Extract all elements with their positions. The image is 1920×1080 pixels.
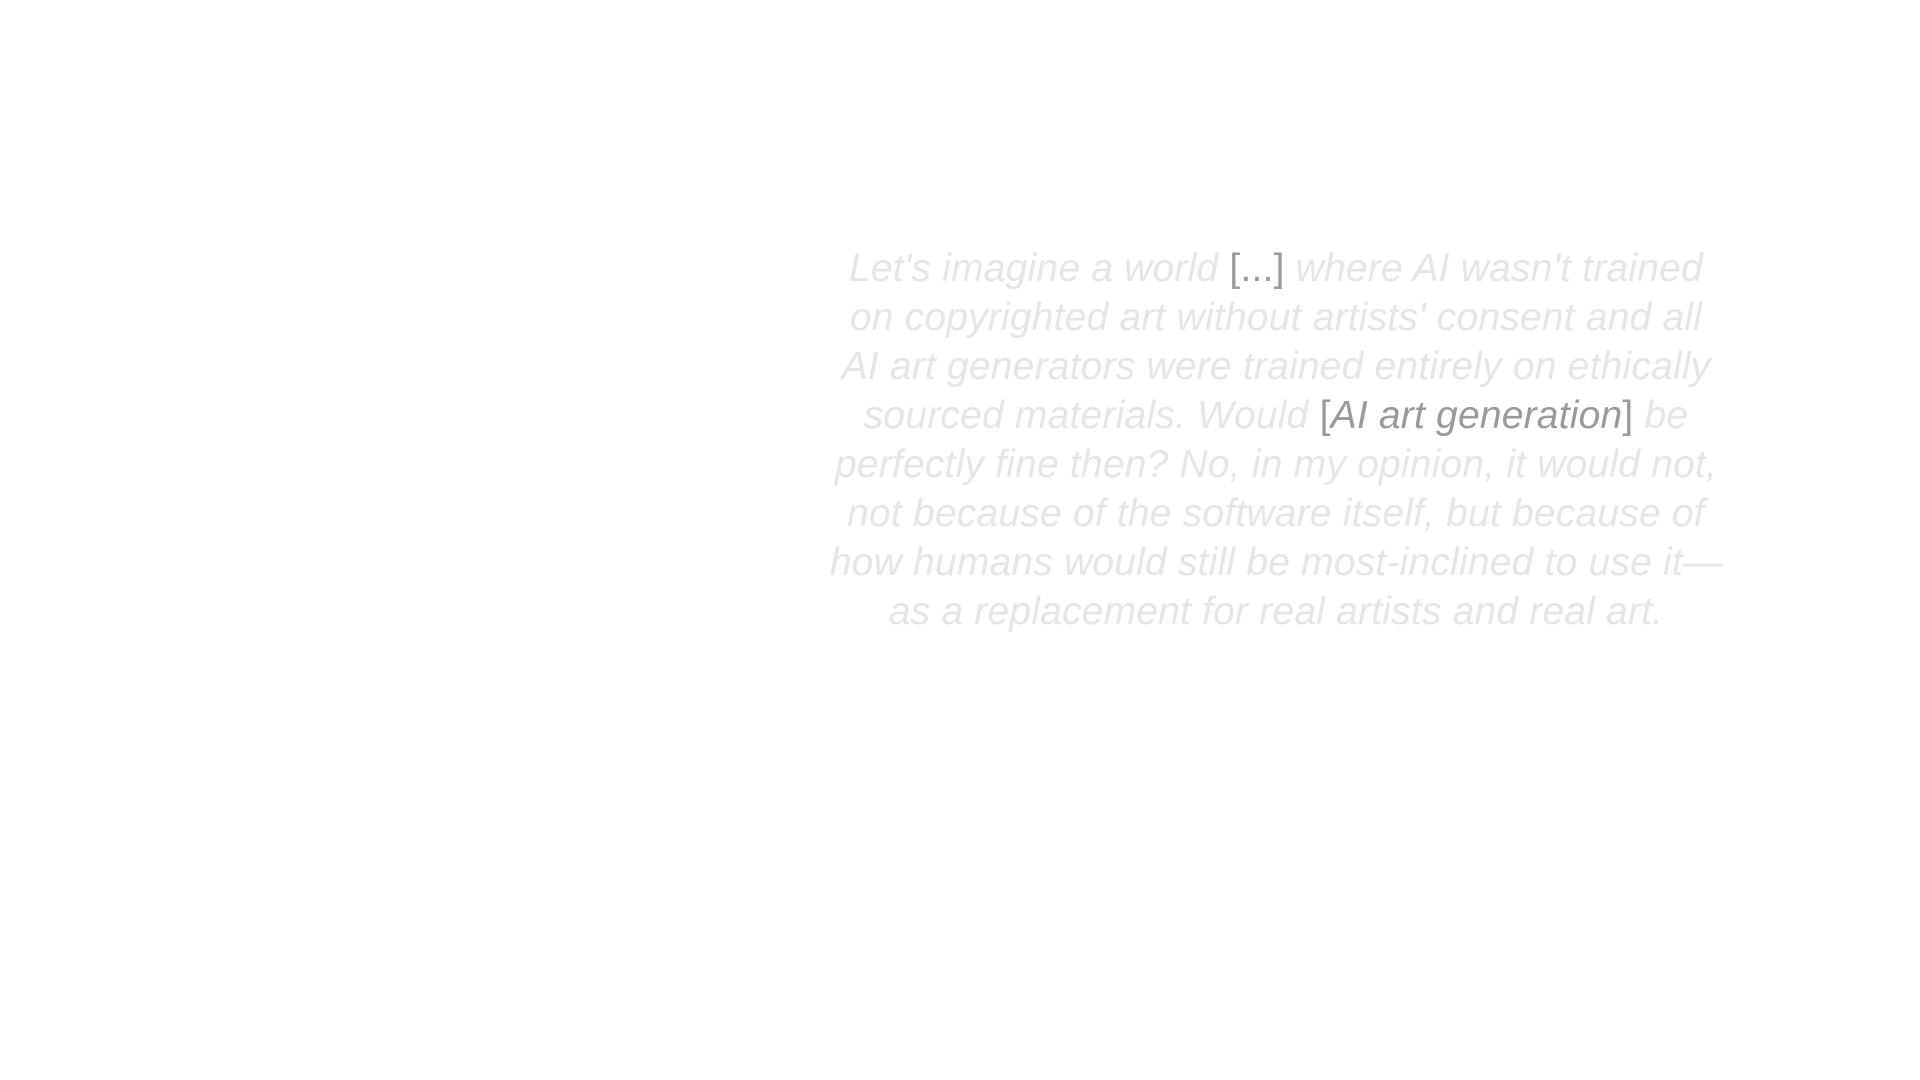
quote-line-6: not because of the software itself, but … (847, 492, 1705, 535)
quote-line-3: AI art generators were trained entirely … (841, 345, 1711, 388)
quote-line-8: as a replacement for real artists and re… (888, 590, 1664, 633)
quote-text: where AI wasn't trained (1284, 247, 1703, 290)
quote-text: Let's imagine a world (849, 247, 1230, 290)
open-bracket: [ (1319, 394, 1331, 437)
quote-block: Let's imagine a world [...] where AI was… (820, 244, 1732, 636)
quote-line-2: on copyrighted art without artists' cons… (849, 296, 1703, 339)
close-bracket: ] (1273, 247, 1285, 290)
quote-text: be (1633, 394, 1689, 437)
quote-line-5: perfectly fine then? No, in my opinion, … (834, 443, 1718, 486)
editorial-insertion: AI art generation (1330, 394, 1623, 437)
close-bracket: ] (1622, 394, 1634, 437)
open-bracket: [ (1229, 247, 1241, 290)
ellipsis: ... (1240, 247, 1274, 290)
quote-line-4: sourced materials. Would [AI art generat… (820, 391, 1732, 440)
quote-line-1: Let's imagine a world [...] where AI was… (820, 244, 1732, 293)
quote-text: sourced materials. Would (863, 394, 1320, 437)
quote-line-7: how humans would still be most-inclined … (829, 541, 1723, 584)
